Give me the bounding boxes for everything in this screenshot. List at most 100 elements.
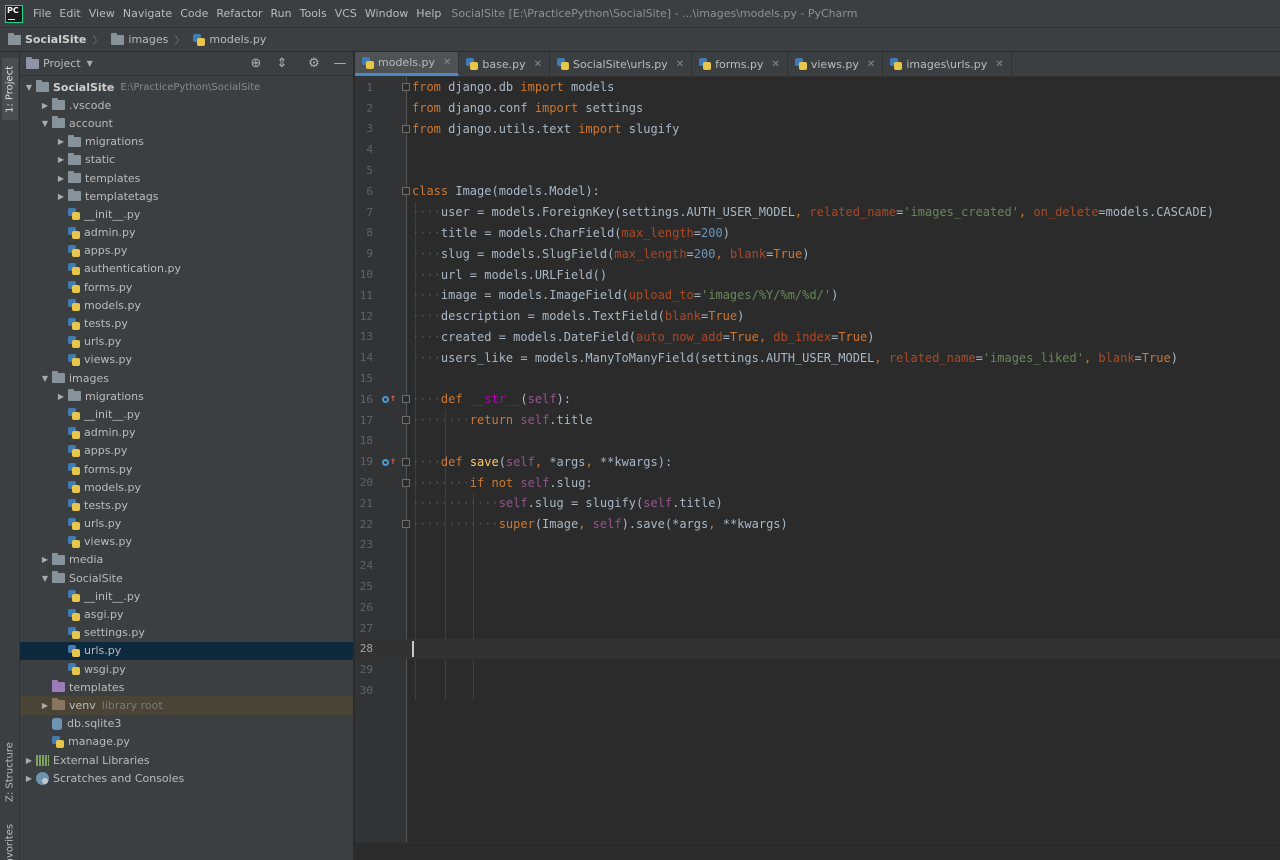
favorites-tool-tab[interactable]: 2: Favorites: [2, 824, 18, 860]
code-line[interactable]: 28: [355, 638, 1280, 660]
fold-marker-icon[interactable]: [402, 416, 410, 425]
code-line[interactable]: 5: [355, 160, 1280, 181]
collapse-arrow-icon[interactable]: ▶: [54, 392, 68, 401]
tree-item[interactable]: urls.py: [20, 641, 353, 660]
fold-marker-icon[interactable]: [402, 187, 410, 196]
tree-item[interactable]: __init__.py: [20, 205, 353, 223]
code-line[interactable]: 7 ····user = models.ForeignKey(settings.A…: [355, 202, 1280, 223]
fold-marker-icon[interactable]: [402, 395, 410, 404]
code-line[interactable]: 24: [355, 555, 1280, 576]
breadcrumb-images[interactable]: images 〉: [103, 32, 185, 48]
code-line[interactable]: 12 ····description = models.TextField(bla…: [355, 306, 1280, 327]
code-line[interactable]: 30: [355, 680, 1280, 701]
tree-item[interactable]: ▼ account: [20, 114, 353, 132]
tree-item[interactable]: ▶ Scratches and Consoles: [20, 769, 353, 787]
close-tab-icon[interactable]: ✕: [867, 59, 875, 70]
menu-window[interactable]: Window: [361, 7, 412, 20]
editor-tab[interactable]: forms.py ✕: [692, 52, 788, 76]
close-tab-icon[interactable]: ✕: [676, 59, 684, 70]
close-tab-icon[interactable]: ✕: [771, 59, 779, 70]
menu-navigate[interactable]: Navigate: [119, 7, 176, 20]
tree-item[interactable]: ▼ SocialSite E:\PracticePython\SocialSite: [20, 78, 353, 96]
hide-icon[interactable]: —: [327, 53, 353, 75]
code-line[interactable]: 27: [355, 618, 1280, 639]
menu-run[interactable]: Run: [267, 7, 296, 20]
tree-item[interactable]: ▶ static: [20, 151, 353, 169]
tree-item[interactable]: settings.py: [20, 624, 353, 642]
tree-item[interactable]: apps.py: [20, 442, 353, 460]
gear-icon[interactable]: ⚙: [301, 53, 327, 75]
tree-item[interactable]: urls.py: [20, 333, 353, 351]
collapse-arrow-icon[interactable]: ▶: [54, 192, 68, 201]
fold-marker-icon[interactable]: [402, 83, 410, 92]
collapse-arrow-icon[interactable]: ▶: [38, 555, 52, 564]
collapse-arrow-icon[interactable]: ▶: [54, 174, 68, 183]
close-tab-icon[interactable]: ✕: [534, 59, 542, 70]
tree-item[interactable]: ▶ templatetags: [20, 187, 353, 205]
code-line[interactable]: 15: [355, 368, 1280, 389]
code-line[interactable]: 2 from django.conf import settings: [355, 98, 1280, 119]
editor-tab[interactable]: models.py ✕: [355, 52, 460, 76]
expand-arrow-icon[interactable]: ▼: [38, 119, 52, 128]
fold-marker-icon[interactable]: [402, 124, 410, 133]
fold-marker-icon[interactable]: [402, 478, 410, 487]
code-line[interactable]: 1 from django.db import models: [355, 77, 1280, 98]
tree-item[interactable]: tests.py: [20, 496, 353, 514]
tree-item[interactable]: authentication.py: [20, 260, 353, 278]
fold-marker-icon[interactable]: [402, 520, 410, 529]
code-line[interactable]: 13 ····created = models.DateField(auto_no…: [355, 327, 1280, 348]
code-line[interactable]: 22 ············super(Image, self).save(*a…: [355, 514, 1280, 535]
tree-item[interactable]: manage.py: [20, 733, 353, 751]
editor-tab[interactable]: views.py ✕: [788, 52, 884, 76]
expand-arrow-icon[interactable]: ▼: [38, 574, 52, 583]
collapse-arrow-icon[interactable]: ▶: [38, 101, 52, 110]
tree-item[interactable]: tests.py: [20, 314, 353, 332]
tree-item[interactable]: forms.py: [20, 460, 353, 478]
code-line[interactable]: 29: [355, 659, 1280, 680]
tree-item[interactable]: ▶ migrations: [20, 387, 353, 405]
tree-item[interactable]: forms.py: [20, 278, 353, 296]
code-line[interactable]: 6 class Image(models.Model):: [355, 181, 1280, 202]
menu-file[interactable]: File: [29, 7, 55, 20]
tree-item[interactable]: ▶ media: [20, 551, 353, 569]
menu-vcs[interactable]: VCS: [331, 7, 361, 20]
expand-arrow-icon[interactable]: ▼: [22, 83, 36, 92]
collapse-arrow-icon[interactable]: ▶: [54, 137, 68, 146]
menu-edit[interactable]: Edit: [55, 7, 84, 20]
code-line[interactable]: 9 ····slug = models.SlugField(max_length=…: [355, 243, 1280, 264]
code-line[interactable]: 25: [355, 576, 1280, 597]
override-marker-icon[interactable]: ↑: [382, 393, 396, 405]
tree-item[interactable]: db.sqlite3: [20, 715, 353, 733]
code-line[interactable]: 14 ····users_like = models.ManyToManyFiel…: [355, 347, 1280, 368]
tree-item[interactable]: urls.py: [20, 515, 353, 533]
tree-item[interactable]: apps.py: [20, 242, 353, 260]
code-line[interactable]: 10 ····url = models.URLField(): [355, 264, 1280, 285]
editor-tab[interactable]: images\urls.py ✕: [883, 52, 1012, 76]
tree-item[interactable]: ▶ External Libraries: [20, 751, 353, 769]
breadcrumb-file[interactable]: models.py: [185, 33, 266, 46]
project-view-selector[interactable]: Project ▼: [26, 56, 93, 70]
code-line[interactable]: 20 ········if not self.slug:: [355, 472, 1280, 493]
tree-item[interactable]: admin.py: [20, 224, 353, 242]
tree-item[interactable]: ▶ venv library root: [20, 696, 353, 715]
fold-marker-icon[interactable]: [402, 457, 410, 466]
tree-item[interactable]: ▼ SocialSite: [20, 569, 353, 587]
expand-arrow-icon[interactable]: ▼: [38, 374, 52, 383]
code-line[interactable]: 3 from django.utils.text import slugify: [355, 119, 1280, 140]
close-tab-icon[interactable]: ✕: [995, 59, 1003, 70]
tree-item[interactable]: templates: [20, 678, 353, 696]
code-line[interactable]: 19 ↑ ····def save(self, *args, **kwargs):: [355, 451, 1280, 472]
editor-tab[interactable]: base.py ✕: [459, 52, 550, 76]
code-line[interactable]: 26: [355, 597, 1280, 618]
code-line[interactable]: 16 ↑ ····def __str__(self):: [355, 389, 1280, 410]
breadcrumb-project[interactable]: SocialSite 〉: [0, 32, 103, 48]
code-line[interactable]: 8 ····title = models.CharField(max_length…: [355, 223, 1280, 244]
collapse-arrow-icon[interactable]: ▶: [22, 756, 36, 765]
collapse-arrow-icon[interactable]: ▶: [54, 155, 68, 164]
collapse-arrow-icon[interactable]: ▶: [22, 774, 36, 783]
tree-item[interactable]: __init__.py: [20, 405, 353, 423]
collapse-icon[interactable]: ⇕: [269, 53, 295, 75]
tree-item[interactable]: views.py: [20, 533, 353, 551]
code-line[interactable]: 11 ····image = models.ImageField(upload_t…: [355, 285, 1280, 306]
tree-item[interactable]: models.py: [20, 296, 353, 314]
